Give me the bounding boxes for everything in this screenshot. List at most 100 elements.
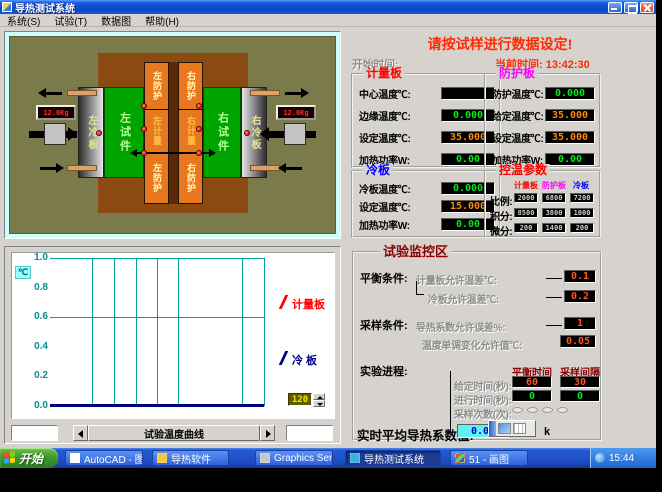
right-edit-box[interactable] [286, 425, 333, 441]
x-window-value[interactable]: 120 [288, 393, 312, 406]
pid-field[interactable]: 200 [570, 223, 594, 233]
left-pump [44, 123, 66, 145]
arrow-left-icon [260, 127, 269, 141]
app-icon [2, 2, 12, 12]
task-paint[interactable]: 51 - 画图 [450, 450, 528, 466]
heat-power-display: 0.00 [545, 153, 595, 166]
pid-field[interactable]: 3800 [542, 208, 566, 218]
pid-field[interactable]: 1000 [570, 208, 594, 218]
left-guard-top-label: 左防护 [152, 71, 161, 101]
right-specimen: 右试件 [203, 87, 241, 178]
menu-help[interactable]: 帮助(H) [138, 13, 186, 28]
legend-metering: 计量板 [292, 296, 325, 312]
guard-group-title: 防护板 [496, 67, 538, 80]
given-interval-field[interactable]: 30 [560, 376, 600, 388]
arrow-left-icon [38, 88, 46, 98]
set-temp-field[interactable]: 35.000 [545, 131, 595, 144]
language-icon[interactable] [498, 423, 511, 434]
sampling-label: 采样条件: [360, 317, 408, 333]
pid-col-guard: 防护板 [542, 180, 566, 191]
minimize-button[interactable] [608, 2, 622, 13]
sensor-dot [141, 103, 147, 109]
given-balance-time-field[interactable]: 60 [512, 376, 552, 388]
task-graphics-server[interactable]: Graphics Server [255, 450, 333, 466]
spin-down-button[interactable] [313, 400, 325, 407]
pid-field[interactable]: 200 [514, 223, 538, 233]
cold-tolerance-field[interactable]: 0.2 [564, 290, 596, 303]
realtime-unit: k [544, 426, 550, 438]
field-label: 加热功率W: [359, 217, 410, 232]
scroll-left-button[interactable] [73, 425, 88, 441]
arrow-right-icon [301, 88, 309, 98]
spin-up-button[interactable] [313, 393, 325, 400]
prompt-title: 请按试样进行数据设定! [370, 34, 630, 54]
v-gridline [114, 258, 115, 406]
error-tolerance-field[interactable]: 1 [564, 317, 596, 330]
left-edit-box[interactable] [11, 425, 58, 441]
start-label: 开始 [19, 450, 43, 467]
menu-bar: 系统(S) 试验(T) 数据图 帮助(H) [0, 14, 656, 27]
pid-field[interactable]: 8500 [514, 208, 538, 218]
system-tray: 15:44 [590, 448, 656, 468]
field-label: 边缘温度℃: [359, 108, 411, 123]
legend-cold: 冷 板 [292, 352, 317, 368]
pid-row-label: 积分: [490, 208, 512, 223]
monotonic-tolerance-field[interactable]: 0.05 [560, 335, 596, 348]
arrow-right-icon [56, 163, 64, 173]
cond-label: 导热系数允许误差%: [416, 319, 505, 334]
scroll-right-button[interactable] [260, 425, 275, 441]
left-guard-bottom-label: 左防护 [152, 163, 161, 193]
pid-field[interactable]: 2000 [514, 193, 538, 203]
task-folder[interactable]: 导热软件 [152, 450, 229, 466]
menu-datachart[interactable]: 数据图 [94, 13, 138, 28]
close-button[interactable] [640, 2, 654, 13]
right-cold-plate-label: 右冷板 [249, 115, 259, 151]
elapsed-balance-time: 0 [512, 390, 552, 402]
cold-group-title: 冷板 [363, 164, 393, 177]
right-guard-bottom-label: 右防护 [186, 163, 195, 193]
drag-handle[interactable] [489, 421, 496, 436]
y-tick: 1.0 [24, 252, 48, 263]
maximize-button[interactable] [624, 2, 638, 13]
keyboard-icon[interactable] [513, 423, 526, 434]
flow-arrow [40, 167, 56, 170]
left-cold-plate-label: 左冷板 [86, 115, 96, 151]
left-specimen: 左试件 [104, 87, 144, 178]
pid-col-metering: 计量板 [514, 180, 538, 191]
balance-label: 平衡条件: [360, 270, 408, 286]
sensor-dot [196, 126, 202, 132]
pid-row-label: 比例: [490, 193, 512, 208]
pid-field[interactable]: 7200 [570, 193, 594, 203]
arrow-left-icon [278, 163, 286, 173]
menu-test[interactable]: 试验(T) [47, 13, 94, 28]
task-label: 导热测试系统 [364, 451, 424, 466]
pid-field[interactable]: 1400 [542, 223, 566, 233]
v-gridline [157, 258, 158, 406]
flow-arrow [285, 92, 301, 95]
language-bar[interactable] [488, 420, 536, 437]
menu-system[interactable]: 系统(S) [0, 13, 47, 28]
progress-row-label: 进行时间(秒): [454, 392, 512, 407]
connector-line [546, 325, 562, 326]
folder-icon [157, 453, 167, 463]
left-guard-bottom: 左防护 [145, 153, 168, 203]
balance-tolerance-field[interactable]: 0.1 [564, 270, 596, 283]
left-flow-display: 12.0Kg [36, 105, 76, 120]
paint-icon [455, 453, 465, 463]
task-thermal-system[interactable]: 导热测试系统 [345, 450, 441, 466]
sensor-dot [96, 130, 102, 136]
guard-temp-display: 0.000 [545, 87, 595, 100]
sensor-dot [244, 130, 250, 136]
tray-volume-icon[interactable] [595, 453, 605, 463]
task-autocad[interactable]: AutoCAD - 图1 [65, 450, 143, 466]
task-label: 导热软件 [171, 451, 211, 466]
start-button[interactable]: 开始 [0, 448, 58, 468]
right-heater-column: 右防护 右计量 右防护 [178, 62, 203, 204]
field-label: 给定温度℃: [492, 108, 544, 123]
scrollbar-thumb[interactable]: 试验温度曲线 [88, 425, 260, 441]
progress-row-label: 给定时间(秒): [454, 378, 512, 393]
center-gap [169, 62, 178, 204]
pid-field[interactable]: 6800 [542, 193, 566, 203]
connector-line [416, 294, 424, 295]
chart-scrollbar[interactable]: 试验温度曲线 [73, 425, 275, 441]
